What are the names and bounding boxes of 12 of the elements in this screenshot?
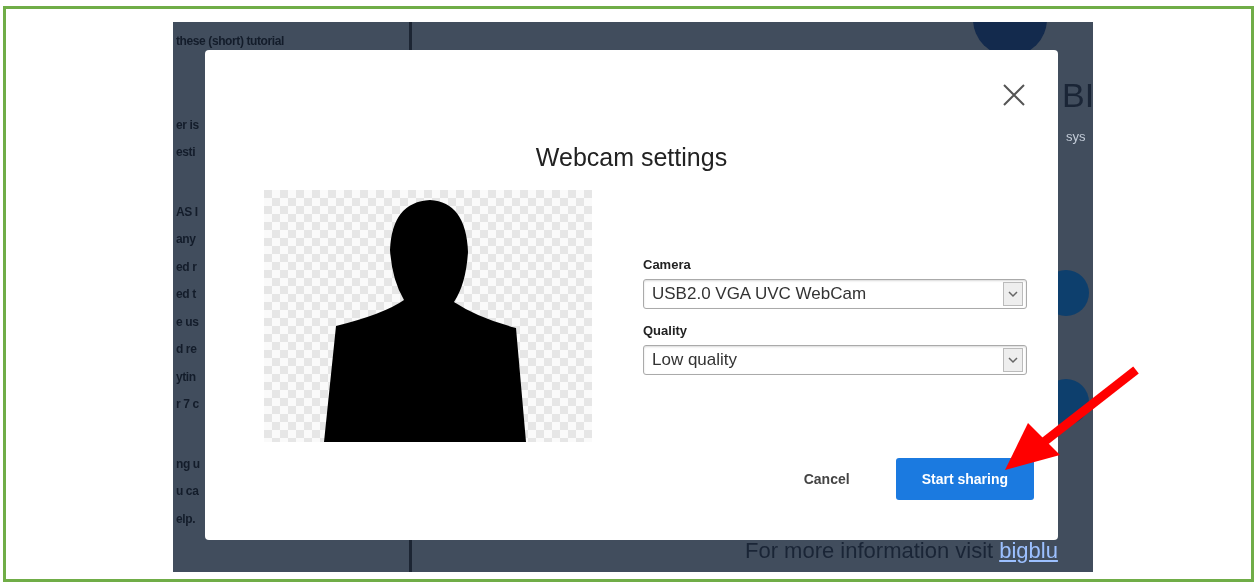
dropdown-icon — [1003, 348, 1023, 372]
dropdown-icon — [1003, 282, 1023, 306]
field-label: Camera — [643, 257, 691, 272]
page-subheading: sys — [1066, 129, 1086, 144]
select-field[interactable]: USB2.0 VGA UVC WebCam — [643, 279, 1027, 309]
dialog-title: Webcam settings — [535, 143, 728, 171]
cancel-button[interactable]: Cancel — [779, 458, 874, 500]
start-button[interactable]: Start sharing — [895, 458, 1034, 500]
close-icon[interactable] — [1002, 83, 1026, 107]
field-label: Quality — [643, 323, 688, 338]
select-field[interactable]: Low quality — [643, 345, 1027, 375]
footer-link[interactable]: bigblu — [999, 538, 1058, 564]
